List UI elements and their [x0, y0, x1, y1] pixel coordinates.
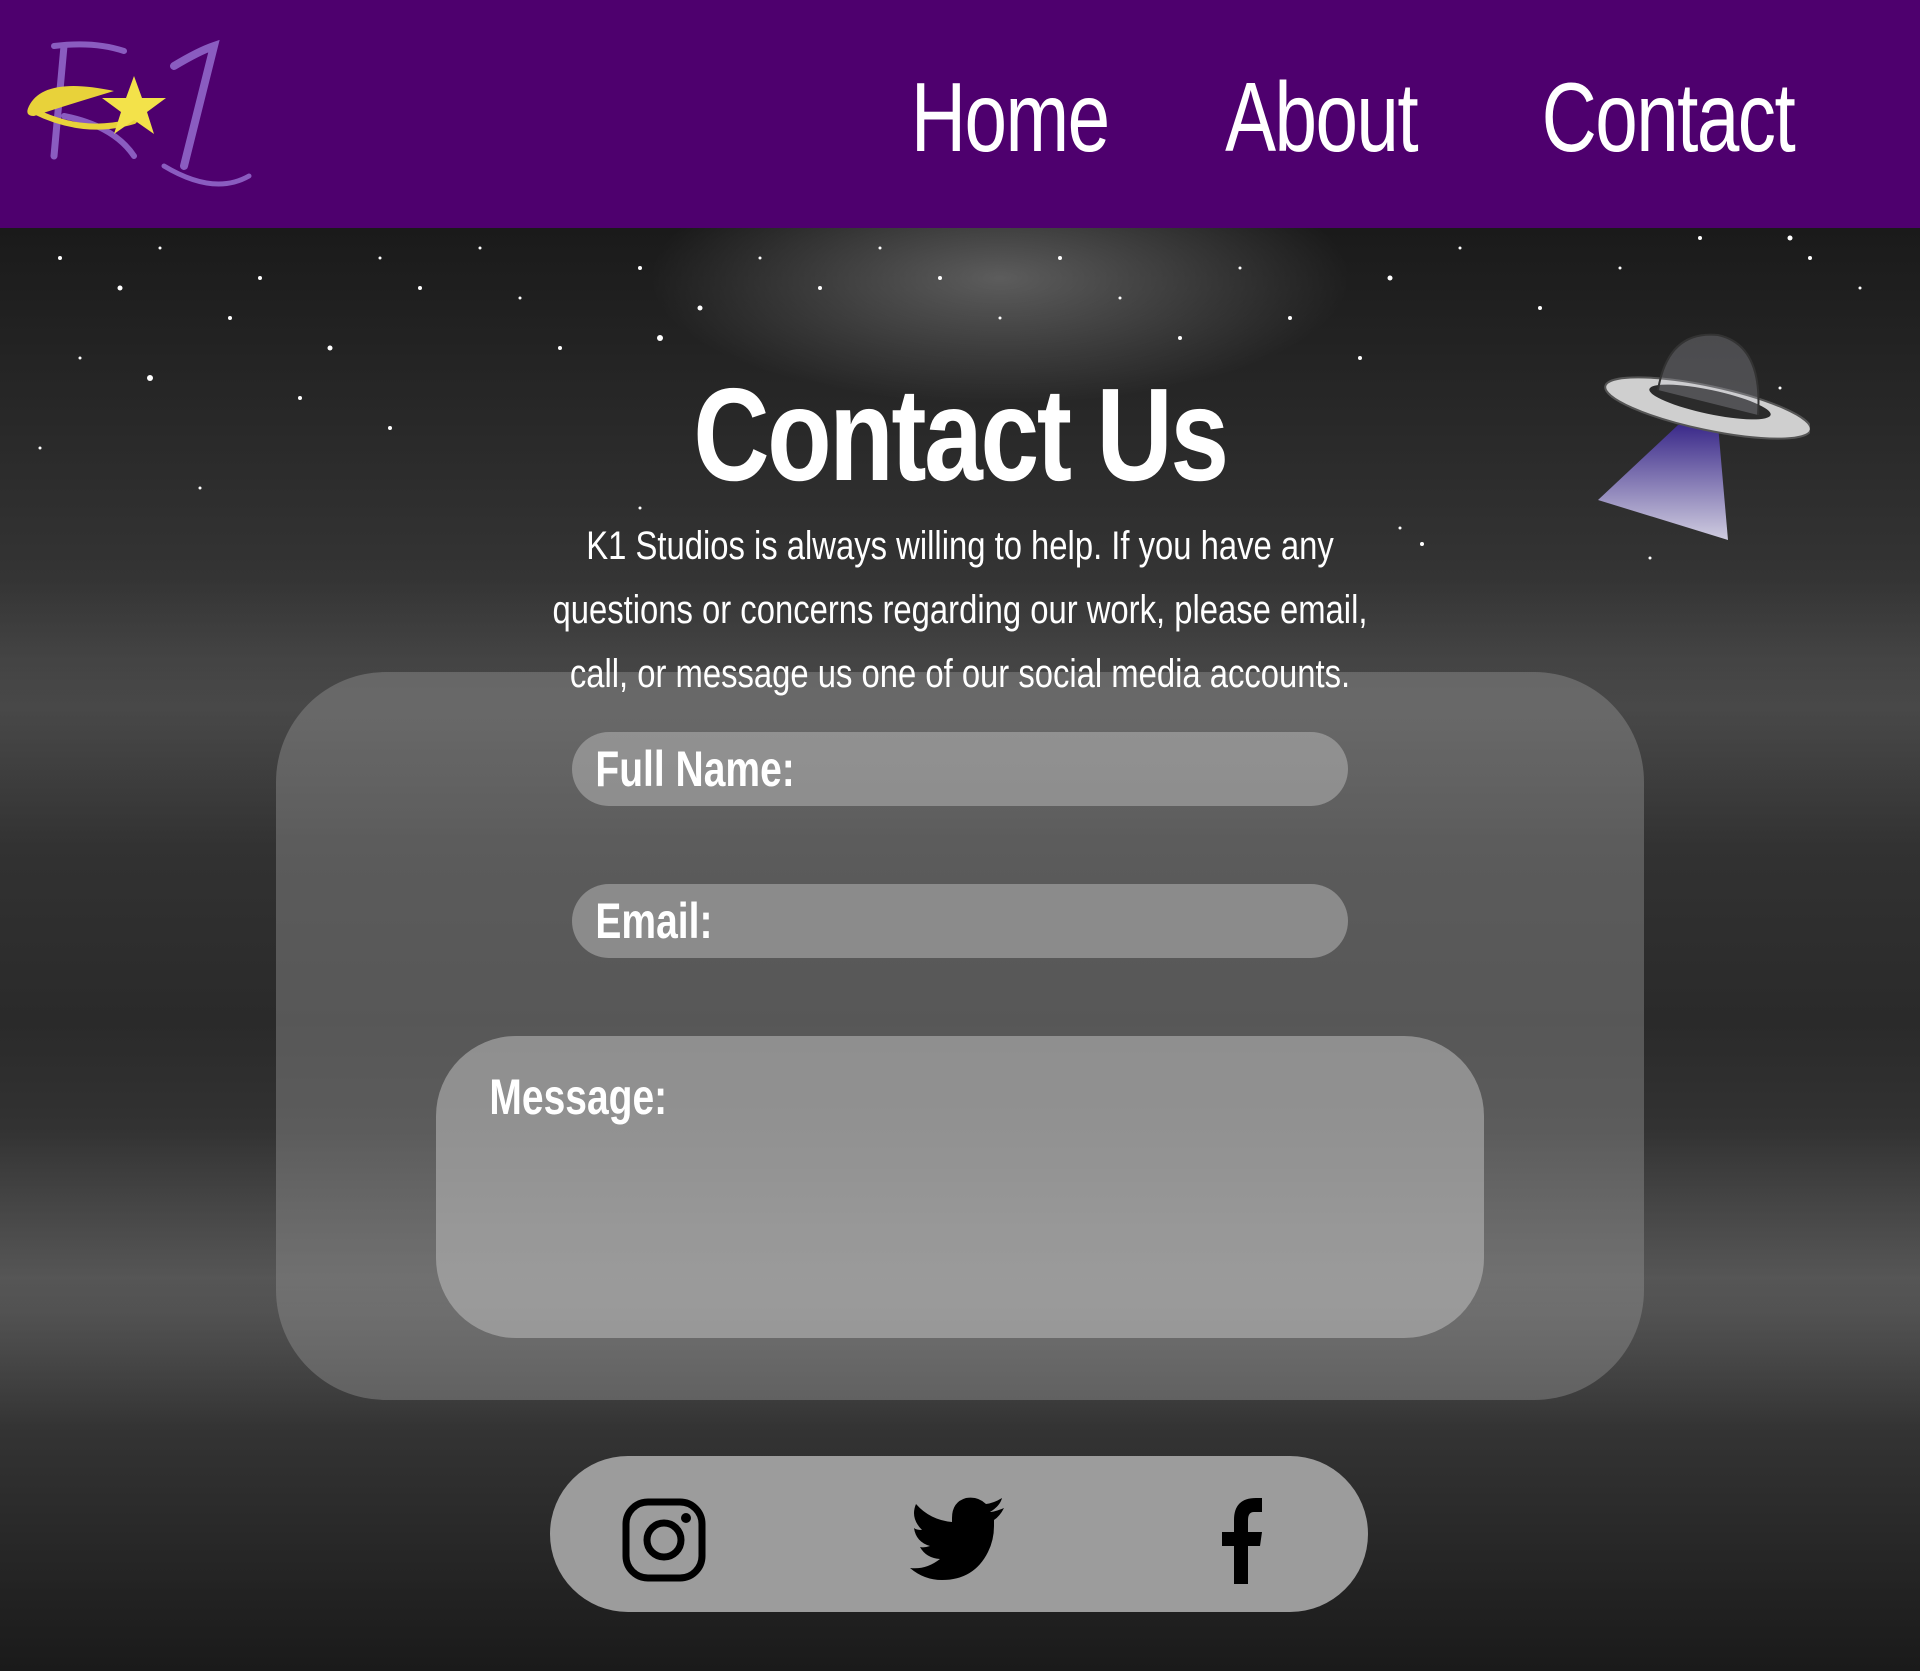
k1-logo[interactable]	[24, 36, 258, 196]
facebook-icon[interactable]	[1210, 1496, 1270, 1584]
twitter-icon[interactable]	[910, 1496, 1006, 1584]
email-label: Email:	[595, 893, 713, 949]
nav-contact[interactable]: Contact	[1542, 62, 1796, 172]
main-nav: Home About Contact	[883, 62, 1830, 172]
social-links-bar	[550, 1456, 1368, 1612]
site-header: Home About Contact	[0, 0, 1920, 228]
message-label: Message:	[489, 1069, 668, 1125]
instagram-icon[interactable]	[620, 1496, 708, 1584]
message-field[interactable]: Message:	[436, 1036, 1484, 1338]
email-field[interactable]: Email:	[572, 884, 1348, 958]
nav-home[interactable]: Home	[911, 62, 1110, 172]
full-name-field[interactable]: Full Name:	[572, 732, 1348, 806]
full-name-label: Full Name:	[595, 741, 795, 797]
ufo-icon	[1598, 330, 1812, 542]
nav-about[interactable]: About	[1225, 62, 1419, 172]
intro-text: K1 Studios is always willing to help. If…	[552, 524, 1368, 696]
page-title: Contact Us	[693, 361, 1229, 509]
